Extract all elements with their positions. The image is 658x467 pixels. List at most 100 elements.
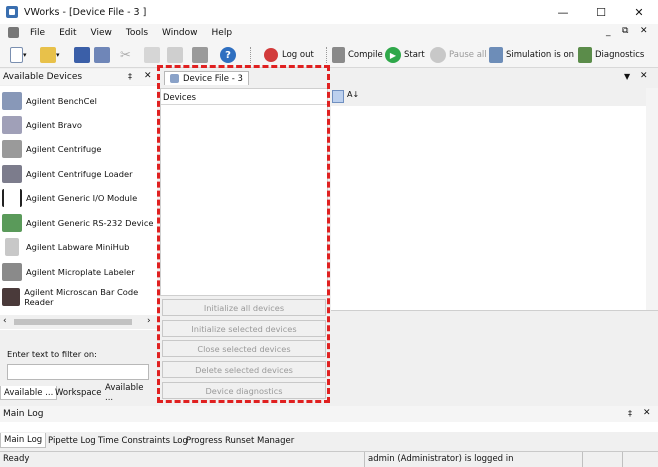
menu-tools[interactable]: Tools xyxy=(119,28,155,38)
paste-icon xyxy=(167,47,183,63)
menu-help[interactable]: Help xyxy=(205,28,240,38)
device-name: Agilent Microplate Labeler xyxy=(26,267,135,277)
list-item[interactable]: Agilent Centrifuge Loader xyxy=(2,163,133,185)
device-name: Agilent Labware MiniHub xyxy=(26,242,130,252)
pause-icon xyxy=(430,47,446,63)
available-devices-header: Available Devices xyxy=(0,69,157,85)
paste-button[interactable] xyxy=(167,45,183,65)
list-item[interactable]: Agilent Microplate Labeler xyxy=(2,261,135,283)
list-item[interactable]: Agilent Generic I/O Module xyxy=(2,187,137,209)
scroll-left-icon[interactable]: ‹ xyxy=(3,316,7,326)
mdi-minimize-icon[interactable]: _ xyxy=(606,27,611,37)
menu-bar: File Edit View Tools Window Help xyxy=(0,24,658,41)
toolbar-grip xyxy=(250,47,252,63)
help-button[interactable]: ? xyxy=(220,45,236,65)
device-name: Agilent Centrifuge Loader xyxy=(26,169,133,179)
filter-area: Enter text to filter on: xyxy=(0,330,157,385)
scrollbar-thumb[interactable] xyxy=(14,319,132,325)
pause-all-button[interactable]: Pause all xyxy=(430,45,487,65)
list-item[interactable]: Agilent Generic RS-232 Device xyxy=(2,212,154,234)
vertical-scrollbar[interactable] xyxy=(646,88,658,310)
save-icon xyxy=(74,47,90,63)
log-close-icon[interactable]: ✕ xyxy=(643,408,651,418)
tab-main-log[interactable]: Main Log xyxy=(0,433,47,448)
mdi-restore-icon[interactable]: ⧉ xyxy=(622,26,628,36)
scroll-right-icon[interactable]: › xyxy=(147,316,151,326)
menu-edit[interactable]: Edit xyxy=(52,28,83,38)
compile-button[interactable]: Compile xyxy=(332,45,383,65)
log-pin-icon[interactable]: ‡ xyxy=(628,409,632,418)
minimize-button[interactable]: — xyxy=(544,0,582,24)
dropdown-icon[interactable]: ▼ xyxy=(624,72,630,81)
filter-input[interactable] xyxy=(7,364,149,380)
list-item[interactable]: Agilent Bravo xyxy=(2,114,82,136)
logout-button[interactable]: Log out xyxy=(264,45,314,65)
cut-icon: ✂ xyxy=(120,47,131,63)
property-toolbar: A↓ xyxy=(330,88,658,106)
device-name: Agilent Bravo xyxy=(26,120,82,130)
left-dock-tabs: Available ... Workspace Available ... xyxy=(0,383,157,403)
maximize-button[interactable]: ☐ xyxy=(582,0,620,24)
tab-workspace[interactable]: Workspace xyxy=(52,386,104,400)
start-label: Start xyxy=(404,50,425,60)
save-button[interactable] xyxy=(74,45,90,65)
simulation-button[interactable]: Simulation is on xyxy=(489,45,574,65)
main-log-header: Main Log xyxy=(0,406,658,422)
sort-alphabetical-icon[interactable]: A↓ xyxy=(347,90,359,99)
horizontal-scrollbar[interactable]: ‹ › xyxy=(0,315,157,329)
device-name: Agilent Centrifuge xyxy=(26,144,102,154)
toolbar-grip xyxy=(326,47,328,63)
diagnostics-label: Diagnostics xyxy=(595,50,645,60)
new-file-button[interactable]: ▾ xyxy=(10,45,27,65)
main-log-title: Main Log xyxy=(3,409,44,419)
list-item[interactable]: Agilent Microscan Bar Code Reader xyxy=(2,286,157,308)
open-file-button[interactable]: ▾ xyxy=(40,45,60,65)
print-icon xyxy=(192,47,208,63)
tab-progress[interactable]: Progress xyxy=(183,433,225,448)
list-item[interactable]: Agilent BenchCel xyxy=(2,90,97,112)
logout-icon xyxy=(264,48,278,62)
print-button[interactable] xyxy=(192,45,208,65)
cut-button[interactable]: ✂ xyxy=(120,45,131,65)
property-description xyxy=(331,310,658,402)
rs232-icon xyxy=(2,214,22,232)
tab-time-constraints-log[interactable]: Time Constraints Log xyxy=(95,433,191,448)
close-document-icon[interactable]: ✕ xyxy=(640,71,648,81)
status-divider xyxy=(364,452,365,467)
device-name: Agilent Generic RS-232 Device xyxy=(26,218,154,228)
copy-button[interactable] xyxy=(144,45,160,65)
status-bar: Ready admin (Administrator) is logged in xyxy=(0,451,658,467)
pin-icon[interactable]: ‡ xyxy=(128,72,132,81)
close-icon[interactable]: ✕ xyxy=(144,71,152,81)
diagnostics-button[interactable]: Diagnostics xyxy=(578,45,644,65)
save-all-button[interactable] xyxy=(94,45,110,65)
centrifuge-loader-icon xyxy=(2,165,22,183)
tab-available[interactable]: Available ... xyxy=(0,386,58,400)
menu-file[interactable]: File xyxy=(23,28,52,38)
window-title: VWorks - [Device File - 3 ] xyxy=(24,6,147,18)
list-item[interactable]: Agilent Labware MiniHub xyxy=(2,236,129,258)
document-menu-icon[interactable] xyxy=(8,27,19,38)
diagnostics-icon xyxy=(578,47,592,63)
mdi-close-icon[interactable]: ✕ xyxy=(640,26,648,36)
property-grid[interactable] xyxy=(331,106,658,310)
open-folder-icon xyxy=(40,47,56,63)
benchcel-icon xyxy=(2,92,22,110)
menu-view[interactable]: View xyxy=(84,28,119,38)
close-window-button[interactable]: ✕ xyxy=(620,0,658,24)
list-item[interactable]: Agilent Centrifuge xyxy=(2,138,101,160)
bravo-icon xyxy=(2,116,22,134)
device-name: Agilent Generic I/O Module xyxy=(26,193,138,203)
help-icon: ? xyxy=(220,47,236,63)
categorized-icon[interactable] xyxy=(332,90,344,103)
vworks-app-icon xyxy=(6,6,18,18)
minihub-icon xyxy=(5,238,19,256)
tab-runset-manager[interactable]: Runset Manager xyxy=(222,433,297,448)
simulation-label: Simulation is on xyxy=(506,50,575,60)
start-button[interactable]: ▶ Start xyxy=(385,45,425,65)
labeler-icon xyxy=(2,263,22,281)
menu-window[interactable]: Window xyxy=(155,28,205,38)
tab-pipette-log[interactable]: Pipette Log xyxy=(45,433,99,448)
status-divider xyxy=(582,452,583,467)
tab-available-2[interactable]: Available ... xyxy=(102,383,157,403)
